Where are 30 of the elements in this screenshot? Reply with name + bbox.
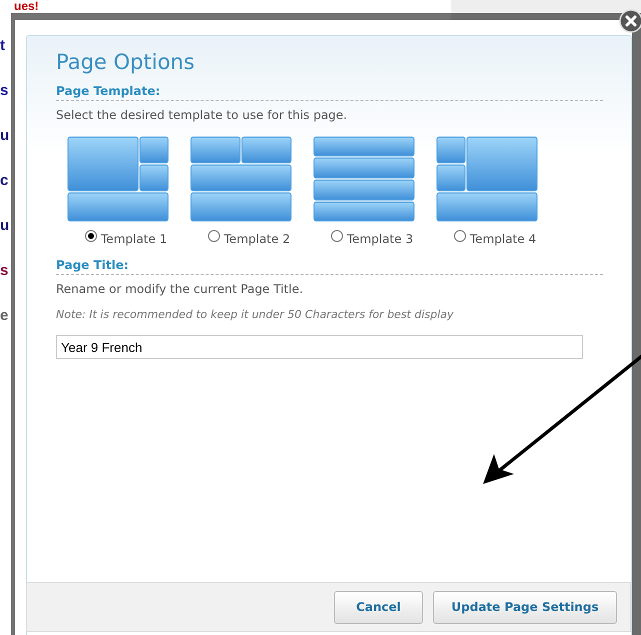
page-text: c [0,171,10,191]
radio-label[interactable]: Template 3 [346,232,414,246]
page-text: e [0,306,10,326]
layout-thumbnail[interactable] [67,136,169,222]
layout-thumbnail[interactable] [436,136,538,222]
close-icon[interactable] [619,9,641,33]
section-heading: Page Title: [56,258,603,275]
page-text: u [0,216,10,236]
dialog-button[interactable]: Update Page Settings [433,590,617,624]
layout-thumbnail[interactable] [190,136,292,222]
page-text: s [0,261,10,281]
radio-button[interactable] [208,230,220,242]
section-description: Select the desired template to use for this page. [56,108,348,122]
page-text: s [0,81,10,101]
page-text: t [0,36,6,56]
page-title-field[interactable]: Year 9 French [56,335,583,359]
section-heading: Page Template: [56,84,603,101]
dialog-title: Page Options [56,50,196,74]
radio-label[interactable]: Template 1 [100,232,168,246]
section-description: Rename or modify the current Page Title. [56,282,304,296]
page-heading: ues! [14,0,39,12]
layout-thumbnail[interactable] [313,136,415,222]
radio-label[interactable]: Template 2 [224,232,290,246]
radio-button[interactable] [330,230,343,242]
dialog-button[interactable]: Cancel [334,590,423,624]
radio-button[interactable] [454,230,466,242]
radio-label[interactable]: Template 4 [470,232,536,246]
note-text: Note: It is recommended to keep it under 50 Characters for best display [56,308,455,321]
radio-button[interactable] [84,230,97,242]
page-text: u [0,126,10,146]
